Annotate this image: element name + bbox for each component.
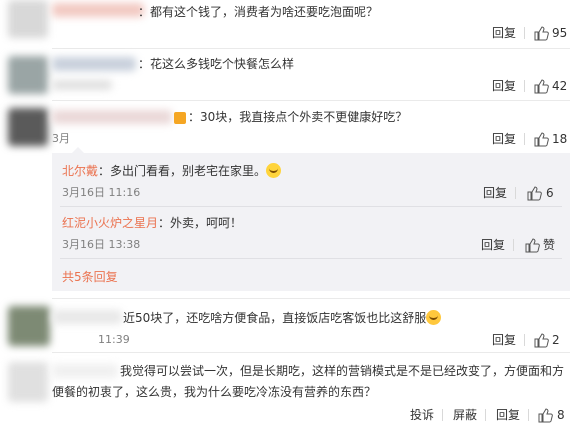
sub-reply-text: 北尔戴：多出门看看，别老宅在家里。 (62, 162, 282, 180)
divider (52, 298, 570, 299)
username-link[interactable]: 北尔戴 (62, 164, 98, 178)
divider (513, 239, 514, 251)
timestamp: 11:39 (98, 333, 130, 346)
block-button[interactable]: 屏蔽 (453, 407, 477, 423)
thumbs-up-icon[interactable] (524, 237, 540, 253)
blushing-emoji-icon (426, 310, 442, 325)
username-redacted (52, 110, 172, 124)
avatar[interactable] (8, 306, 50, 346)
thumbs-up-icon[interactable] (533, 25, 549, 41)
thumbs-up-icon[interactable] (537, 407, 553, 423)
thumbs-up-icon[interactable] (533, 332, 549, 348)
comment-text: ：都有这个钱了，消费者为啥还要吃泡面呢？ (138, 5, 379, 19)
thumbs-up-icon[interactable] (526, 185, 542, 201)
reply-button[interactable]: 回复 (492, 25, 516, 41)
divider (442, 409, 443, 421)
username-redacted (52, 57, 136, 71)
reply-text: ：多出门看看，别老宅在家里。 (98, 164, 267, 178)
comment-text: ：花这么多钱吃个快餐怎么样 (138, 57, 295, 71)
divider (52, 100, 570, 101)
reply-button[interactable]: 回复 (483, 185, 507, 201)
divider (485, 409, 486, 421)
avatar[interactable] (8, 56, 48, 94)
divider (524, 27, 525, 39)
like-count: 8 (557, 408, 565, 422)
reply-button[interactable]: 回复 (481, 237, 505, 253)
divider (60, 258, 562, 259)
divider (60, 206, 562, 207)
reply-text: ：外卖，呵呵！ (158, 216, 243, 230)
sub-replies-arrow (72, 147, 84, 153)
timestamp-redacted (52, 80, 112, 90)
avatar[interactable] (8, 0, 48, 38)
divider (52, 352, 570, 353)
reply-button[interactable]: 回复 (492, 332, 516, 348)
divider (524, 80, 525, 92)
divider (524, 334, 525, 346)
reply-button[interactable]: 回复 (496, 407, 520, 423)
thumbs-up-icon[interactable] (533, 78, 549, 94)
reply-button[interactable]: 回复 (492, 131, 516, 147)
avatar[interactable] (8, 362, 48, 402)
sub-reply-text: 红泥小火炉之星月：外卖，呵呵！ (62, 214, 242, 232)
like-count: 42 (552, 79, 568, 93)
report-button[interactable]: 投诉 (410, 407, 434, 423)
divider (52, 48, 570, 49)
like-count: 6 (546, 186, 554, 200)
like-count: 18 (552, 132, 568, 146)
timestamp: 3月16日 11:16 (62, 186, 141, 199)
divider (524, 133, 525, 145)
comment-body: 近50块了，还吃啥方便食品，直接饭店吃客饭也比这舒服 (123, 311, 427, 325)
like-label: 赞 (543, 238, 556, 252)
like-count: 2 (552, 333, 560, 347)
comment-text: ：30块，我直接点个外卖不更健康好吃？ (188, 110, 408, 124)
thumbs-up-icon[interactable] (533, 131, 549, 147)
comment-text: 近50块了，还吃啥方便食品，直接饭店吃客饭也比这舒服 (123, 309, 442, 327)
reply-button[interactable]: 回复 (492, 78, 516, 94)
comment-text-line2: 便餐的初衷了，这么贵，我为什么要吃冷冻没有营养的东西？ (52, 385, 377, 399)
divider (528, 409, 529, 421)
username-redacted (52, 364, 118, 378)
timestamp: 3月 (52, 132, 70, 145)
like-count: 95 (552, 26, 568, 40)
username-redacted (52, 310, 122, 324)
timestamp: 3月16日 13:38 (62, 238, 141, 251)
username-link[interactable]: 红泥小火炉之星月 (62, 216, 158, 230)
avatar[interactable] (8, 108, 48, 146)
laughing-emoji-icon (266, 163, 282, 178)
vip-badge-icon (174, 112, 186, 124)
comment-text-line1: 我觉得可以尝试一次，但是长期吃，这样的营销模式是不是已经改变了，方便面和方 (120, 364, 565, 378)
divider (515, 187, 516, 199)
view-all-replies-link[interactable]: 共5条回复 (62, 268, 118, 286)
username-redacted (52, 3, 144, 17)
